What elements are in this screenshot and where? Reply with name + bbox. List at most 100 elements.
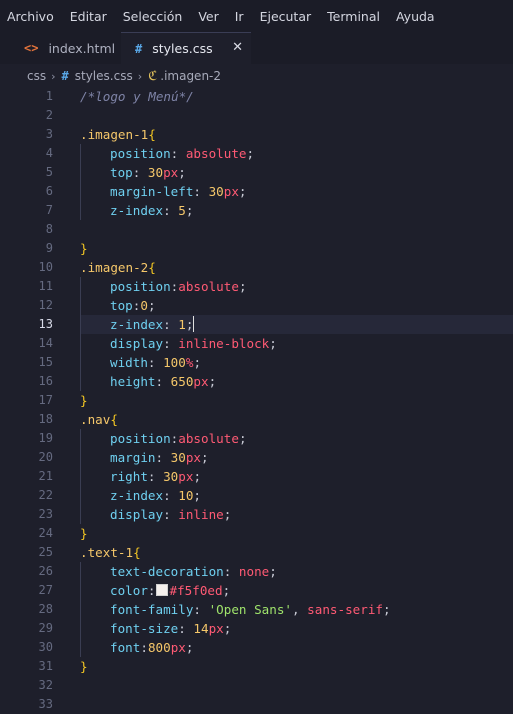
code-token: .imagen-2 [80,260,149,275]
code-line[interactable]: 33 [0,695,513,714]
code-text: top:0; [110,296,156,315]
code-line[interactable]: 30 font:800px; [0,638,513,657]
code-line[interactable]: 21 right: 30px; [0,467,513,486]
menu-seleccion[interactable]: Selección [123,9,183,24]
line-number: 4 [45,146,53,160]
code-token: ; [193,488,202,503]
code-token: 1 [178,317,186,332]
menu-ver[interactable]: Ver [198,9,218,24]
indent-guide [80,163,81,182]
code-text: text-decoration: none; [110,562,277,581]
code-token: 30 [163,469,179,484]
code-token: z-index [110,317,164,332]
code-text: z-index: 10; [110,486,201,505]
code-line[interactable]: 26 text-decoration: none; [0,562,513,581]
menu-ir[interactable]: Ir [235,9,244,24]
code-editor[interactable]: 1/*logo y Menú*/ 2 3 .imagen-1{4 position: a… [0,87,513,711]
code-line[interactable]: 27 color: #f5f0ed; [0,581,513,600]
code-text: font-family: 'Open Sans', sans-serif; [110,600,391,619]
code-token: position [110,431,171,446]
chevron-right-icon: › [137,69,143,83]
code-line[interactable]: 22 z-index: 10; [0,486,513,505]
indent-guide [80,505,81,524]
code-token: ; [185,203,194,218]
code-line[interactable]: 6 margin-left: 30px; [0,182,513,201]
tab-styles-css[interactable]: # styles.css ✕ [121,32,251,64]
tab-label: index.html [48,40,116,56]
breadcrumb-folder[interactable]: css [27,69,46,83]
code-line[interactable]: 4 position: absolute; [0,144,513,163]
code-line[interactable]: 7 z-index: 5; [0,201,513,220]
line-number: 18 [38,412,53,426]
line-number: 7 [45,203,53,217]
code-token: px [185,450,202,465]
code-line[interactable]: 14 display: inline-block; [0,334,513,353]
code-line[interactable]: 12 top:0; [0,296,513,315]
code-line[interactable]: 8 [0,220,513,239]
code-text: color: #f5f0ed; [110,581,230,600]
code-line[interactable]: 29 font-size: 14px; [0,619,513,638]
line-number: 3 [45,127,53,141]
breadcrumb-file[interactable]: styles.css [75,69,133,83]
code-line[interactable]: 5 top: 30px; [0,163,513,182]
code-line[interactable]: 2 [0,106,513,125]
menu-ayuda[interactable]: Ayuda [396,9,435,24]
menu-ejecutar[interactable]: Ejecutar [260,9,312,24]
menu-archivo[interactable]: Archivo [7,9,54,24]
code-token: ; [223,621,232,636]
close-icon[interactable]: ✕ [232,40,243,55]
code-token: .text-1 [80,545,134,560]
code-line[interactable]: 23 display: inline; [0,505,513,524]
code-line[interactable]: 15 width: 100%; [0,353,513,372]
code-token: top [110,298,133,313]
code-token: 800 [147,640,171,655]
code-line[interactable]: 31} [0,657,513,676]
code-line[interactable]: 1 /*logo y Menú*/ [0,87,513,106]
code-token: ; [269,336,277,351]
code-line[interactable]: 32 [0,676,513,695]
menu-terminal[interactable]: Terminal [327,9,380,24]
code-token: : [163,336,179,351]
code-line[interactable]: 18 .nav{ [0,410,513,429]
code-text: position:absolute; [110,277,247,296]
breadcrumb-symbol[interactable]: .imagen-2 [160,69,221,83]
code-token: { [133,545,141,560]
code-line[interactable]: 10 .imagen-2{ [0,258,513,277]
line-number: 21 [38,469,53,483]
line-number: 2 [45,108,53,122]
code-token: 30 [147,165,164,180]
code-line[interactable]: 11 position:absolute; [0,277,513,296]
line-number: 22 [38,488,53,502]
code-token: px [163,165,179,180]
code-token: right [110,469,148,484]
code-token: : [132,165,148,180]
code-text: top: 30px; [110,163,186,182]
color-swatch[interactable] [155,584,168,596]
code-line[interactable]: 3 .imagen-1{ [0,125,513,144]
indent-guide [80,467,81,486]
code-text: right: 30px; [110,467,201,486]
code-text: } [80,524,88,543]
menu-editar[interactable]: Editar [70,9,107,24]
code-token: top [110,165,133,180]
code-line[interactable]: 17} [0,391,513,410]
line-number: 28 [38,602,53,616]
css-file-icon: # [61,69,69,83]
code-text: } [80,657,88,676]
code-token: ; [208,374,217,389]
code-line[interactable]: 25 .text-1{ [0,543,513,562]
line-number: 19 [38,431,53,445]
code-line[interactable]: 16 height: 650px; [0,372,513,391]
code-line[interactable]: 13 z-index: 1; [0,315,513,334]
code-line[interactable]: 28 font-family: 'Open Sans', sans-serif; [0,600,513,619]
line-number: 20 [38,450,53,464]
code-line[interactable]: 19 position:absolute; [0,429,513,448]
code-line[interactable]: 24} [0,524,513,543]
code-token: ; [193,355,202,370]
code-token: ; [238,184,247,199]
code-token: ; [223,507,232,522]
code-line[interactable]: 9} [0,239,513,258]
code-text: .text-1{ [80,543,141,562]
code-line[interactable]: 20 margin: 30px; [0,448,513,467]
tab-index-html[interactable]: <> index.html [0,32,121,64]
